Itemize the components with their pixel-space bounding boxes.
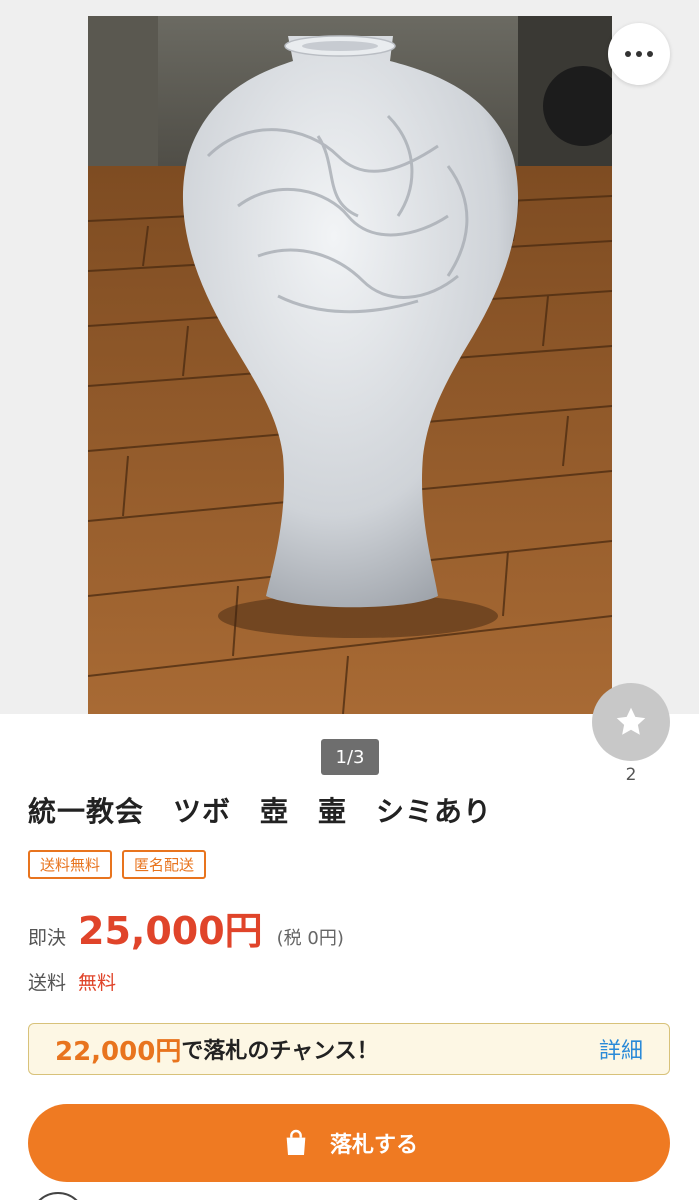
seller-avatar[interactable]	[30, 1192, 86, 1200]
tag-list: 送料無料 匿名配送	[28, 850, 207, 879]
buy-now-label: 落札する	[329, 1133, 418, 1158]
price-row: 即決 25,000円 (税 0円)	[28, 900, 344, 955]
shipping-label: 送料	[28, 972, 67, 994]
listing-title: 統一教会 ツボ 壺 壷 シミあり	[28, 795, 493, 828]
price-value: 25,000円	[78, 909, 263, 953]
price-tax: (税 0円)	[276, 928, 344, 949]
price-label: 即決	[28, 927, 67, 949]
shipping-value: 無料	[78, 972, 117, 994]
image-gallery[interactable]: 1/3	[0, 0, 699, 775]
more-options-button[interactable]	[608, 23, 670, 85]
buy-now-button[interactable]: 落札する	[28, 1104, 670, 1182]
tag-anonymous-delivery: 匿名配送	[122, 850, 207, 879]
chance-text: で落札のチャンス！	[181, 1039, 379, 1064]
chance-price: 22,000円	[55, 1036, 182, 1067]
star-icon	[616, 707, 646, 735]
shipping-row: 送料 無料	[28, 968, 116, 995]
chance-detail-link[interactable]: 詳細	[599, 1033, 643, 1065]
tag-free-shipping: 送料無料	[28, 850, 113, 879]
vase-photo-illustration	[88, 16, 612, 714]
watchlist-count: 2	[625, 765, 637, 785]
more-horizontal-icon	[625, 51, 653, 57]
listing-page: 1/3 2 統一教会 ツボ 壺 壷 シミあり 送料無料 匿名配送 即決 25,0…	[0, 0, 699, 1200]
shopping-bag-icon	[286, 1129, 306, 1155]
chance-banner[interactable]: 22,000円 で落札のチャンス！ 詳細	[28, 1023, 670, 1075]
watchlist-button[interactable]	[592, 683, 670, 761]
image-counter: 1/3	[321, 739, 379, 775]
product-photo[interactable]	[88, 16, 612, 714]
